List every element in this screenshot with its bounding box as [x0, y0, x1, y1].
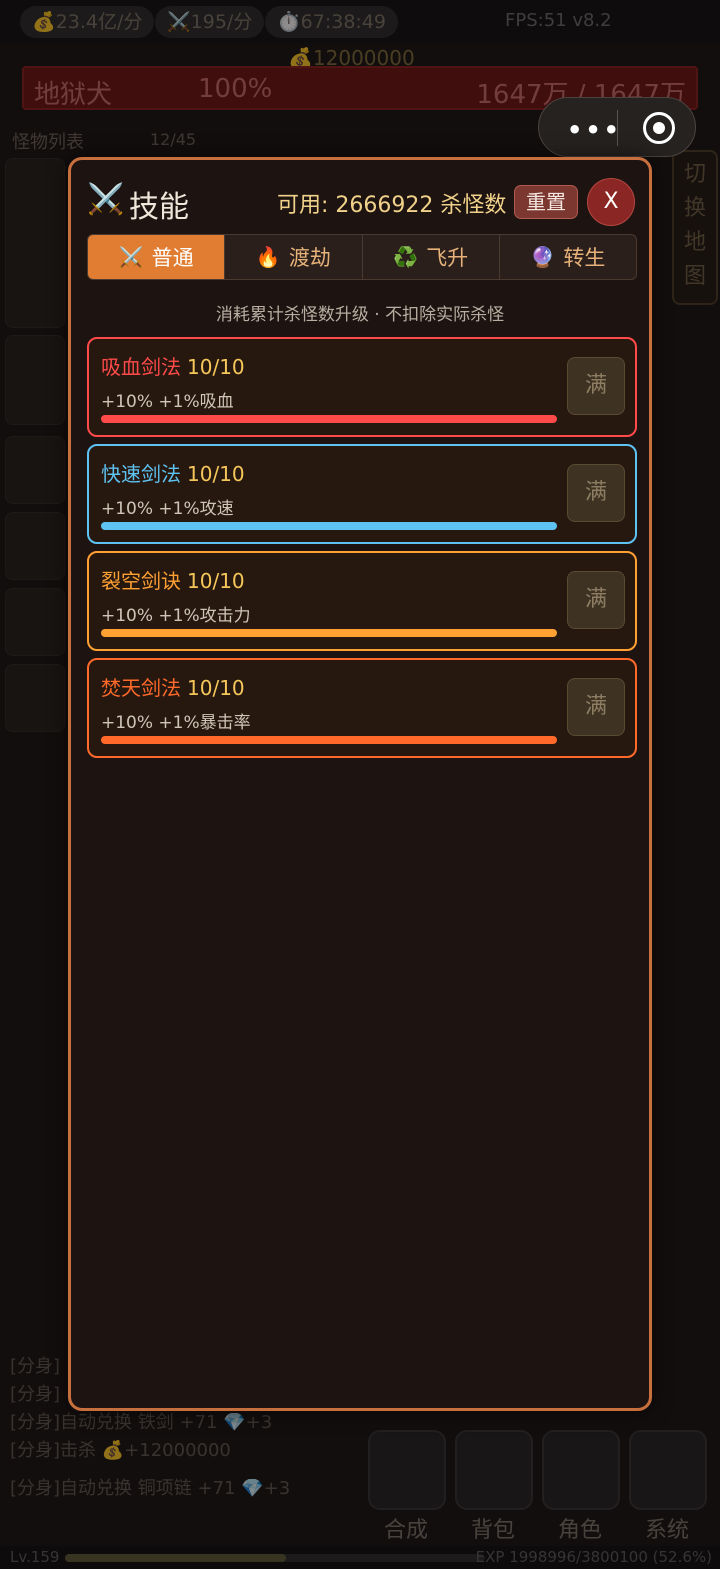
- more-menu-icon[interactable]: •••: [567, 116, 622, 144]
- available-kills: 可用: 2666922 杀怪数: [277, 193, 507, 218]
- skill-card: 裂空剑诀 10/10 +10% +1%攻击力 满: [87, 551, 637, 651]
- skill-level: 10/10: [187, 676, 245, 700]
- skill-progress-track: [101, 522, 557, 530]
- tab-ascension[interactable]: ♻️ 飞升: [363, 235, 500, 279]
- dialog-header: ⚔️ 技能 可用: 2666922 杀怪数 重置 X: [87, 178, 639, 228]
- skill-progress-fill: [101, 415, 557, 423]
- skill-progress-track: [101, 629, 557, 637]
- skill-desc: +10% +1%攻击力: [101, 606, 251, 626]
- tab-label: 飞升: [426, 246, 469, 270]
- swords-icon: ⚔️: [118, 245, 144, 269]
- close-button[interactable]: X: [587, 178, 635, 226]
- skill-desc: +10% +1%攻速: [101, 499, 234, 519]
- recycle-icon: ♻️: [393, 245, 419, 269]
- skill-dialog: ⚔️ 技能 可用: 2666922 杀怪数 重置 X ⚔️ 普通 🔥 渡劫 ♻️…: [68, 157, 652, 1411]
- skill-card: 吸血剑法 10/10 +10% +1%吸血 满: [87, 337, 637, 437]
- skill-progress-fill: [101, 629, 557, 637]
- max-level-button[interactable]: 满: [567, 571, 625, 629]
- skill-name: 裂空剑诀: [101, 569, 181, 593]
- max-level-button[interactable]: 满: [567, 357, 625, 415]
- skill-level: 10/10: [187, 355, 245, 379]
- skill-level: 10/10: [187, 462, 245, 486]
- skill-progress-track: [101, 415, 557, 423]
- skill-progress-fill: [101, 522, 557, 530]
- mini-program-capsule: •••: [538, 97, 696, 157]
- skill-title: 裂空剑诀 10/10: [101, 565, 245, 594]
- tab-label: 转生: [563, 246, 606, 270]
- close-miniprogram-icon[interactable]: [643, 112, 675, 144]
- skill-name: 快速剑法: [101, 462, 181, 486]
- fire-icon: 🔥: [255, 245, 281, 269]
- dialog-title: 技能: [129, 190, 189, 225]
- max-level-button[interactable]: 满: [567, 678, 625, 736]
- skill-name: 焚天剑法: [101, 676, 181, 700]
- skill-level: 10/10: [187, 569, 245, 593]
- skill-card: 快速剑法 10/10 +10% +1%攻速 满: [87, 444, 637, 544]
- skill-progress-track: [101, 736, 557, 744]
- crystal-ball-icon: 🔮: [530, 245, 556, 269]
- capsule-divider: [617, 110, 618, 146]
- skill-card: 焚天剑法 10/10 +10% +1%暴击率 满: [87, 658, 637, 758]
- skill-desc: +10% +1%吸血: [101, 392, 234, 412]
- skill-tabs: ⚔️ 普通 🔥 渡劫 ♻️ 飞升 🔮 转生: [87, 234, 637, 280]
- skill-progress-fill: [101, 736, 557, 744]
- reset-button[interactable]: 重置: [514, 185, 578, 219]
- skill-title: 焚天剑法 10/10: [101, 672, 245, 701]
- crossed-swords-icon: ⚔️: [87, 182, 125, 217]
- tab-rebirth[interactable]: 🔮 转生: [500, 235, 636, 279]
- skill-title: 快速剑法 10/10: [101, 458, 245, 487]
- skill-title: 吸血剑法 10/10: [101, 351, 245, 380]
- skill-desc: +10% +1%暴击率: [101, 713, 251, 733]
- tab-normal[interactable]: ⚔️ 普通: [88, 235, 226, 279]
- max-level-button[interactable]: 满: [567, 464, 625, 522]
- skill-name: 吸血剑法: [101, 355, 181, 379]
- tab-tribulation[interactable]: 🔥 渡劫: [225, 235, 363, 279]
- tab-label: 渡劫: [288, 246, 331, 270]
- upgrade-hint: 消耗累计杀怪数升级 · 不扣除实际杀怪: [215, 305, 505, 325]
- tab-label: 普通: [151, 246, 194, 270]
